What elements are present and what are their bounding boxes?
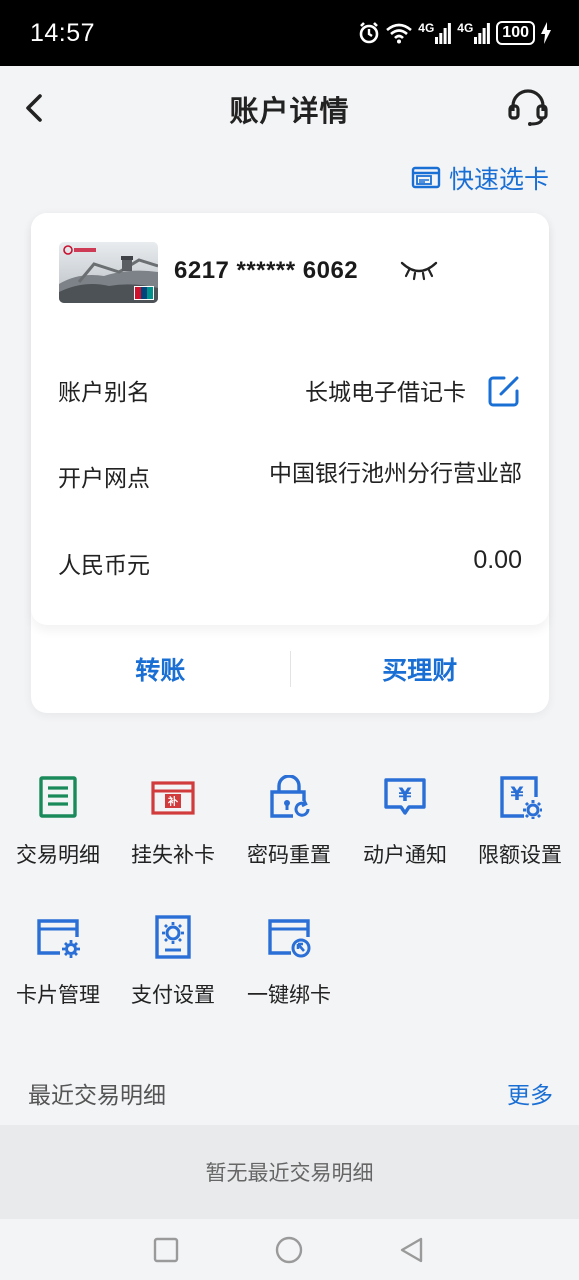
transfer-button[interactable]: 转账 [31, 651, 290, 687]
account-card: 6217 ****** 6062 账户别名 长城电子借记卡 开户网点 中国银行池… [31, 213, 549, 713]
service-account-notification[interactable]: ¥ 动户通知 [347, 775, 463, 869]
triangle-back-icon [400, 1237, 423, 1263]
headset-icon [508, 89, 548, 126]
circle-icon [275, 1236, 303, 1264]
service-label: 密码重置 [247, 843, 331, 867]
svg-text:补: 补 [167, 795, 178, 808]
account-info-panel: 6217 ****** 6062 账户别名 长城电子借记卡 开户网点 中国银行池… [31, 213, 549, 625]
customer-service-button[interactable] [505, 84, 551, 130]
service-label: 动户通知 [363, 843, 447, 867]
transaction-list-icon [36, 775, 80, 819]
branch-value: 中国银行池州分行营业部 [269, 461, 522, 487]
service-label: 支付设置 [131, 983, 215, 1007]
service-report-loss[interactable]: 补 挂失补卡 [115, 775, 231, 869]
more-link[interactable]: 更多 [507, 1076, 553, 1110]
charging-icon [541, 22, 551, 44]
currency-label: 人民币元 [58, 553, 150, 579]
alarm-icon [358, 21, 380, 45]
page-title: 账户详情 [229, 94, 350, 128]
notification-yuan-icon: ¥ [383, 775, 427, 819]
service-card-management[interactable]: 卡片管理 [0, 915, 116, 1009]
recent-transactions-title: 最近交易明细 [28, 1083, 166, 1109]
quick-select-label: 快速选卡 [448, 165, 549, 194]
limit-settings-icon: ¥ [498, 775, 542, 819]
report-loss-icon: 补 [151, 775, 195, 819]
bind-card-icon [267, 915, 311, 959]
edit-icon [488, 376, 519, 407]
branch-label: 开户网点 [58, 466, 150, 492]
system-navigation-bar [0, 1219, 579, 1280]
payment-settings-icon [151, 915, 195, 959]
card-select-icon [411, 166, 441, 189]
toggle-visibility-button[interactable] [399, 257, 441, 287]
wifi-icon [386, 22, 413, 44]
edit-alias-button[interactable] [486, 373, 522, 409]
account-alias-label: 账户别名 [58, 380, 150, 406]
quick-select-card-button[interactable]: 快速选卡 [411, 160, 549, 196]
eye-closed-icon [400, 261, 438, 281]
card-actions: 转账 买理财 [31, 625, 549, 713]
home-button[interactable] [274, 1235, 304, 1265]
status-time: 14:57 [30, 19, 96, 47]
account-alias-value: 长城电子借记卡 [305, 380, 466, 406]
balance-value: 0.00 [473, 546, 522, 574]
service-label: 交易明细 [16, 843, 100, 867]
buy-wealth-button[interactable]: 买理财 [291, 651, 550, 687]
svg-text:¥: ¥ [510, 783, 523, 805]
signal-4g-icon: 4G [457, 22, 491, 44]
svg-text:¥: ¥ [398, 784, 411, 806]
nav-bar: 账户详情 [0, 66, 579, 154]
signal-4g-icon: 4G [418, 22, 452, 44]
service-label: 卡片管理 [16, 983, 100, 1007]
service-label: 一键绑卡 [247, 983, 331, 1007]
service-bind-card[interactable]: 一键绑卡 [231, 915, 347, 1009]
status-bar: 14:57 4G 4G 100 [0, 0, 579, 66]
service-limit-settings[interactable]: ¥ 限额设置 [462, 775, 578, 869]
bank-card-image [59, 242, 158, 303]
service-transaction-details[interactable]: 交易明细 [0, 775, 116, 869]
empty-transactions-text: 暂无最近交易明细 [205, 1161, 374, 1185]
battery-icon: 100 [496, 21, 535, 45]
card-number: 6217 ****** 6062 [174, 257, 359, 284]
service-label: 挂失补卡 [131, 843, 215, 867]
status-icons: 4G 4G 100 [358, 18, 551, 48]
system-back-button[interactable] [397, 1235, 427, 1265]
service-label: 限额设置 [478, 843, 562, 867]
recent-apps-button[interactable] [151, 1235, 181, 1265]
empty-transactions-panel: 暂无最近交易明细 [0, 1125, 579, 1219]
service-payment-settings[interactable]: 支付设置 [115, 915, 231, 1009]
password-lock-icon [267, 774, 311, 819]
card-manage-icon [36, 915, 80, 959]
square-icon [153, 1237, 179, 1263]
service-password-reset[interactable]: 密码重置 [231, 774, 347, 869]
